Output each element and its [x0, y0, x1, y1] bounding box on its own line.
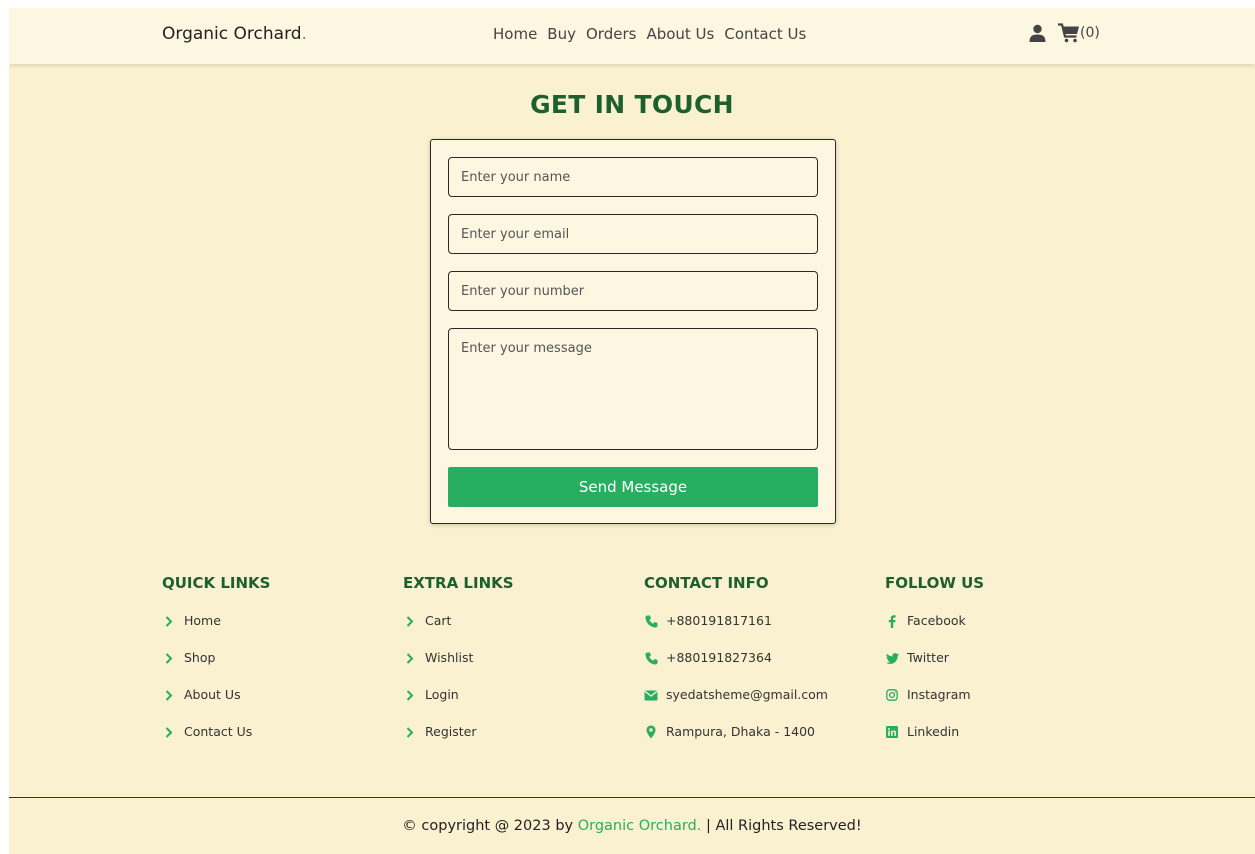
extra-link-cart[interactable]: Cart	[403, 613, 623, 650]
extra-link-register[interactable]: Register	[403, 724, 623, 761]
copyright-suffix: | All Rights Reserved!	[701, 818, 862, 834]
contact-address-label: Rampura, Dhaka - 1400	[666, 724, 816, 739]
nav-about-us[interactable]: About Us	[646, 25, 714, 43]
extra-links-section: EXTRA LINKS Cart Wishlist Login Register	[403, 574, 623, 761]
user-icon[interactable]	[1029, 24, 1046, 42]
logo-text: Organic Orchard	[162, 24, 302, 44]
chevron-right-icon	[403, 688, 417, 702]
contact-email[interactable]: syedatsheme@gmail.com	[644, 687, 864, 724]
extra-link-wishlist[interactable]: Wishlist	[403, 650, 623, 687]
nav-orders[interactable]: Orders	[586, 25, 636, 43]
quick-link-about-us[interactable]: About Us	[162, 687, 382, 724]
contact-phone-label: +880191827364	[666, 650, 772, 665]
chevron-right-icon	[403, 651, 417, 665]
nav-buy[interactable]: Buy	[547, 25, 576, 43]
chevron-right-icon	[162, 688, 176, 702]
chevron-right-icon	[162, 651, 176, 665]
quick-link-shop[interactable]: Shop	[162, 650, 382, 687]
extra-link-label: Wishlist	[425, 650, 474, 665]
copyright-brand-link[interactable]: Organic Orchard.	[578, 818, 702, 834]
contact-info-title: CONTACT INFO	[644, 574, 769, 592]
social-twitter[interactable]: Twitter	[885, 650, 1105, 687]
social-facebook[interactable]: Facebook	[885, 613, 1105, 650]
quick-link-label: Contact Us	[184, 724, 253, 739]
facebook-icon	[885, 614, 899, 628]
chevron-right-icon	[162, 725, 176, 739]
chevron-right-icon	[403, 725, 417, 739]
quick-links-title: QUICK LINKS	[162, 574, 271, 592]
extra-links-title: EXTRA LINKS	[403, 574, 514, 592]
social-instagram[interactable]: Instagram	[885, 687, 1105, 724]
contact-phone-label: +880191817161	[666, 613, 772, 628]
contact-email-label: syedatsheme@gmail.com	[666, 687, 828, 702]
extra-link-label: Register	[425, 724, 477, 739]
quick-link-label: Home	[184, 613, 221, 628]
follow-us-title: FOLLOW US	[885, 574, 985, 592]
main-nav: Home Buy Orders About Us Contact Us	[493, 25, 806, 43]
page-title: GET IN TOUCH	[530, 90, 734, 119]
cart-button[interactable]: (0)	[1058, 23, 1100, 43]
contact-phone-1[interactable]: +880191817161	[644, 613, 864, 650]
header: Organic Orchard. Home Buy Orders About U…	[9, 8, 1255, 64]
email-input[interactable]	[448, 214, 818, 254]
social-linkedin[interactable]: Linkedin	[885, 724, 1105, 761]
quick-link-label: About Us	[184, 687, 241, 702]
number-input[interactable]	[448, 271, 818, 311]
twitter-icon	[885, 651, 899, 665]
quick-link-contact-us[interactable]: Contact Us	[162, 724, 382, 761]
nav-contact-us[interactable]: Contact Us	[724, 25, 806, 43]
name-input[interactable]	[448, 157, 818, 197]
nav-home[interactable]: Home	[493, 25, 537, 43]
instagram-icon	[885, 688, 899, 702]
chevron-right-icon	[403, 614, 417, 628]
social-label: Facebook	[907, 613, 966, 628]
chevron-right-icon	[162, 614, 176, 628]
quick-links-section: QUICK LINKS Home Shop About Us Contact U…	[162, 574, 382, 761]
phone-icon	[644, 614, 658, 628]
contact-info-section: CONTACT INFO +880191817161 +880191827364…	[644, 574, 864, 761]
shopping-cart-icon	[1058, 23, 1080, 43]
copyright: © copyright @ 2023 by Organic Orchard. |…	[9, 818, 1255, 834]
copyright-prefix: © copyright @ 2023 by	[402, 818, 578, 834]
envelope-icon	[644, 688, 658, 702]
cart-count: (0)	[1080, 25, 1100, 41]
send-message-button[interactable]: Send Message	[448, 467, 818, 507]
linkedin-icon	[885, 725, 899, 739]
message-textarea[interactable]	[448, 328, 818, 450]
contact-address: Rampura, Dhaka - 1400	[644, 724, 864, 761]
social-label: Twitter	[907, 650, 949, 665]
logo[interactable]: Organic Orchard.	[162, 24, 307, 44]
social-label: Instagram	[907, 687, 971, 702]
contact-form: Send Message	[430, 139, 836, 524]
extra-link-label: Cart	[425, 613, 452, 628]
follow-us-section: FOLLOW US Facebook Twitter Instagram Lin…	[885, 574, 1105, 761]
phone-icon	[644, 651, 658, 665]
social-label: Linkedin	[907, 724, 960, 739]
extra-link-login[interactable]: Login	[403, 687, 623, 724]
footer-divider	[9, 797, 1255, 798]
extra-link-label: Login	[425, 687, 459, 702]
quick-link-home[interactable]: Home	[162, 613, 382, 650]
header-icons: (0)	[1029, 23, 1100, 43]
page: Organic Orchard. Home Buy Orders About U…	[9, 8, 1255, 854]
logo-dot: .	[301, 24, 307, 44]
quick-link-label: Shop	[184, 650, 216, 665]
map-marker-icon	[644, 725, 658, 739]
contact-phone-2[interactable]: +880191827364	[644, 650, 864, 687]
